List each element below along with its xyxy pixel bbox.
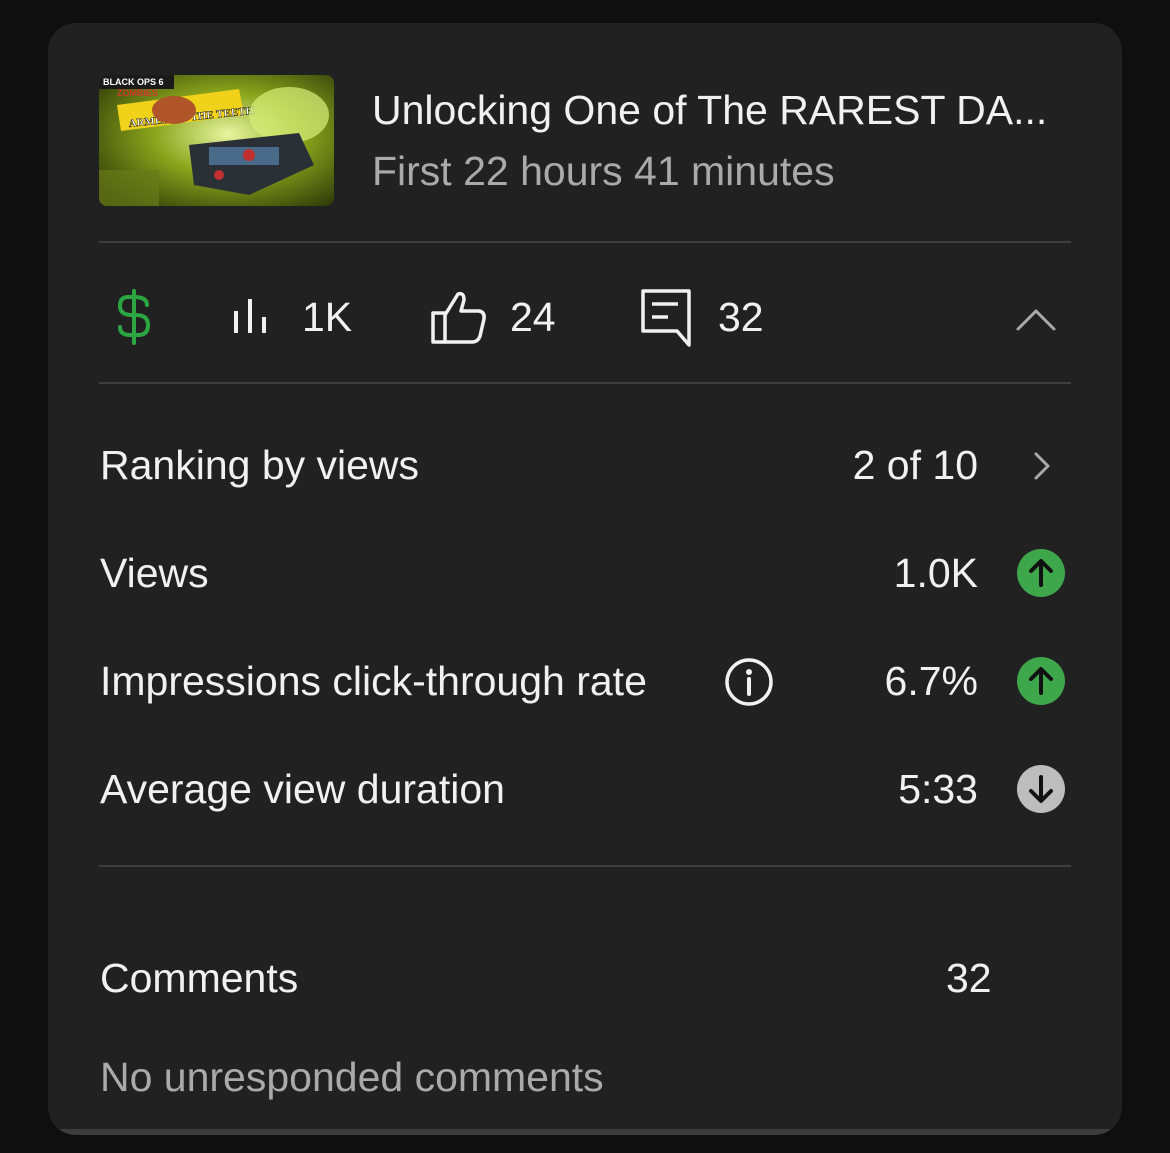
- likes-stat[interactable]: 24: [430, 285, 556, 349]
- metric-value: 6.7%: [884, 658, 978, 704]
- comments-label[interactable]: Comments: [100, 948, 298, 1008]
- comments-count-stat: 32: [718, 293, 764, 340]
- thumbnail-text-top: BLACK OPS 6: [103, 77, 164, 87]
- thumbnail-text-sub: ZOMBIES: [117, 88, 158, 98]
- time-period: First 22 hours 41 minutes: [372, 148, 835, 194]
- divider: [99, 241, 1071, 243]
- views-stat[interactable]: 1K: [230, 285, 352, 349]
- chevron-up-icon: [1008, 291, 1064, 347]
- divider: [99, 382, 1071, 384]
- video-thumbnail[interactable]: BLACK OPS 6 ZOMBIES ARMED TO THE TEETH: [99, 75, 334, 206]
- monetization-stat[interactable]: [114, 285, 154, 349]
- comments-status: No unresponded comments: [100, 1054, 604, 1100]
- bar-chart-icon: [230, 293, 278, 341]
- metric-value: 2 of 10: [852, 442, 978, 488]
- likes-count: 24: [510, 293, 556, 340]
- arrow-up-icon: [1016, 548, 1066, 598]
- comment-icon: [640, 287, 692, 347]
- dollar-icon: [114, 287, 154, 347]
- divider: [99, 865, 1071, 867]
- metric-label: Views: [100, 550, 209, 596]
- metric-value: 5:33: [898, 766, 978, 812]
- card-bottom-edge: [56, 1129, 1114, 1135]
- metric-row-ctr[interactable]: Impressions click-through rate 6.7%: [100, 651, 1070, 711]
- chevron-right-icon: [1016, 440, 1066, 490]
- video-analytics-card: BLACK OPS 6 ZOMBIES ARMED TO THE TEETH U…: [48, 23, 1122, 1135]
- metric-label: Average view duration: [100, 766, 505, 812]
- arrow-down-icon: [1016, 764, 1066, 814]
- metric-label: Impressions click-through rate: [100, 658, 647, 704]
- thumbs-up-icon: [430, 288, 488, 346]
- info-icon[interactable]: [724, 657, 774, 707]
- metric-value: 1.0K: [893, 550, 978, 596]
- views-count: 1K: [302, 293, 353, 340]
- comments-stat[interactable]: 32: [640, 285, 764, 349]
- metric-row-ranking[interactable]: Ranking by views 2 of 10: [100, 435, 1070, 495]
- arrow-up-icon: [1016, 656, 1066, 706]
- metric-row-avg-duration[interactable]: Average view duration 5:33: [100, 759, 1070, 819]
- metric-label: Ranking by views: [100, 442, 420, 488]
- comments-count: 32: [946, 955, 992, 1001]
- video-title[interactable]: Unlocking One of The RAREST DA...: [372, 85, 1072, 135]
- metric-row-views[interactable]: Views 1.0K: [100, 543, 1070, 603]
- collapse-button[interactable]: [1008, 291, 1064, 347]
